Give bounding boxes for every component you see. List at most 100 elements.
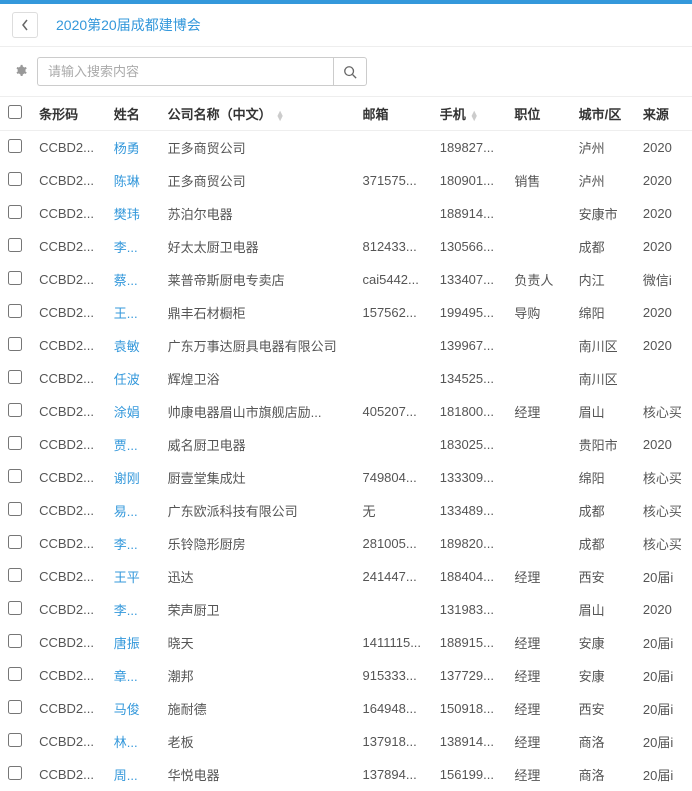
row-checkbox[interactable] (8, 205, 22, 219)
cell-city: 绵阳 (571, 296, 635, 329)
cell-source: 20届i (635, 560, 692, 593)
row-checkbox[interactable] (8, 403, 22, 417)
row-checkbox[interactable] (8, 667, 22, 681)
cell-company: 老板 (160, 725, 355, 758)
cell-name-link[interactable]: 陈琳 (106, 164, 160, 197)
cell-position (506, 362, 570, 395)
row-checkbox[interactable] (8, 469, 22, 483)
table-row: CCBD2...周...华悦电器137894...156199...经理商洛20… (0, 758, 692, 791)
select-all-checkbox[interactable] (8, 105, 22, 119)
cell-phone: 130566... (432, 230, 507, 263)
cell-source: 2020 (635, 428, 692, 461)
cell-source: 微信i (635, 263, 692, 296)
gear-icon[interactable] (12, 63, 27, 81)
row-checkbox[interactable] (8, 766, 22, 780)
search-icon (343, 65, 357, 79)
row-checkbox[interactable] (8, 436, 22, 450)
breadcrumb-link[interactable]: 2020第20届成都建博会 (56, 15, 201, 35)
cell-name-link[interactable]: 谢刚 (106, 461, 160, 494)
cell-city: 泸州 (571, 131, 635, 165)
row-checkbox[interactable] (8, 337, 22, 351)
cell-company: 广东欧派科技有限公司 (160, 494, 355, 527)
cell-company: 乐铃隐形厨房 (160, 527, 355, 560)
row-checkbox[interactable] (8, 700, 22, 714)
back-button[interactable] (12, 12, 38, 38)
header-company[interactable]: 公司名称（中文）▲▼ (160, 97, 355, 131)
cell-phone: 181800... (432, 395, 507, 428)
cell-source: 20届i (635, 692, 692, 725)
cell-position (506, 461, 570, 494)
cell-name-link[interactable]: 蔡... (106, 263, 160, 296)
cell-source: 核心买 (635, 494, 692, 527)
row-checkbox[interactable] (8, 172, 22, 186)
cell-source: 核心买 (635, 461, 692, 494)
cell-name-link[interactable]: 林... (106, 725, 160, 758)
row-checkbox[interactable] (8, 304, 22, 318)
cell-city: 成都 (571, 494, 635, 527)
cell-source: 2020 (635, 197, 692, 230)
cell-name-link[interactable]: 王平 (106, 560, 160, 593)
row-checkbox[interactable] (8, 139, 22, 153)
cell-barcode: CCBD2... (31, 428, 106, 461)
row-checkbox[interactable] (8, 502, 22, 516)
table-row: CCBD2...林...老板137918...138914...经理商洛20届i (0, 725, 692, 758)
header-source[interactable]: 来源 (635, 97, 692, 131)
cell-city: 眉山 (571, 395, 635, 428)
cell-phone: 188404... (432, 560, 507, 593)
cell-name-link[interactable]: 章... (106, 659, 160, 692)
row-checkbox[interactable] (8, 733, 22, 747)
cell-name-link[interactable]: 贾... (106, 428, 160, 461)
cell-name-link[interactable]: 李... (106, 527, 160, 560)
header-name[interactable]: 姓名 (106, 97, 160, 131)
cell-barcode: CCBD2... (31, 527, 106, 560)
header-phone[interactable]: 手机▲▼ (432, 97, 507, 131)
cell-phone: 188914... (432, 197, 507, 230)
row-checkbox[interactable] (8, 568, 22, 582)
cell-city: 商洛 (571, 758, 635, 791)
cell-name-link[interactable]: 王... (106, 296, 160, 329)
cell-email: 371575... (354, 164, 431, 197)
table-row: CCBD2...贾...威名厨卫电器183025...贵阳市2020 (0, 428, 692, 461)
cell-company: 荣声厨卫 (160, 593, 355, 626)
cell-name-link[interactable]: 唐振 (106, 626, 160, 659)
header-email[interactable]: 邮箱 (354, 97, 431, 131)
header-position[interactable]: 职位 (506, 97, 570, 131)
table-row: CCBD2...李...乐铃隐形厨房281005...189820...成都核心… (0, 527, 692, 560)
cell-company: 辉煌卫浴 (160, 362, 355, 395)
cell-name-link[interactable]: 周... (106, 758, 160, 791)
row-checkbox[interactable] (8, 601, 22, 615)
cell-company: 苏泊尔电器 (160, 197, 355, 230)
table-row: CCBD2...涂娟帅康电器眉山市旗舰店励...405207...181800.… (0, 395, 692, 428)
cell-source: 20届i (635, 758, 692, 791)
cell-email: 157562... (354, 296, 431, 329)
cell-source: 20届i (635, 626, 692, 659)
cell-name-link[interactable]: 李... (106, 230, 160, 263)
row-checkbox[interactable] (8, 370, 22, 384)
row-checkbox[interactable] (8, 535, 22, 549)
sort-icon: ▲▼ (276, 111, 285, 121)
search-input[interactable] (37, 57, 333, 86)
cell-name-link[interactable]: 涂娟 (106, 395, 160, 428)
header-city[interactable]: 城市/区 (571, 97, 635, 131)
cell-name-link[interactable]: 樊玮 (106, 197, 160, 230)
row-checkbox[interactable] (8, 271, 22, 285)
row-checkbox[interactable] (8, 238, 22, 252)
cell-position (506, 131, 570, 165)
cell-name-link[interactable]: 袁敏 (106, 329, 160, 362)
cell-barcode: CCBD2... (31, 692, 106, 725)
table-row: CCBD2...唐振晓天1411115...188915...经理安康20届i (0, 626, 692, 659)
cell-name-link[interactable]: 易... (106, 494, 160, 527)
cell-phone: 133407... (432, 263, 507, 296)
cell-name-link[interactable]: 任波 (106, 362, 160, 395)
row-checkbox[interactable] (8, 634, 22, 648)
cell-name-link[interactable]: 杨勇 (106, 131, 160, 165)
cell-city: 贵阳市 (571, 428, 635, 461)
header-barcode[interactable]: 条形码 (31, 97, 106, 131)
cell-name-link[interactable]: 马俊 (106, 692, 160, 725)
search-button[interactable] (333, 57, 367, 86)
cell-source (635, 362, 692, 395)
cell-city: 成都 (571, 230, 635, 263)
cell-email: 812433... (354, 230, 431, 263)
cell-name-link[interactable]: 李... (106, 593, 160, 626)
cell-phone: 156199... (432, 758, 507, 791)
